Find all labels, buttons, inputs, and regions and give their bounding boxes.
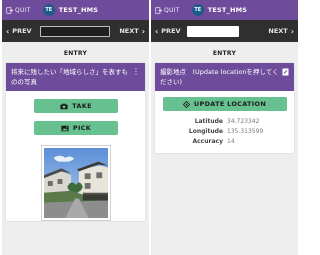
accuracy-label: Accuracy — [192, 138, 223, 145]
quit-label: QUIT — [15, 6, 31, 14]
location-target-icon — [182, 100, 190, 108]
prev-button[interactable]: ‹ PREV — [155, 27, 181, 36]
longitude-row: Longitude 135.313599 — [159, 127, 290, 137]
photo-thumbnail[interactable] — [40, 145, 111, 221]
next-button[interactable]: NEXT › — [268, 27, 294, 36]
quit-button[interactable]: QUIT — [6, 7, 31, 14]
camera-icon — [60, 103, 68, 109]
accuracy-row: Accuracy 14 — [159, 137, 290, 147]
photo-question-header: 将来に残したい「地域らしさ」を表すものの写真 ⋮ — [6, 63, 145, 91]
location-question-card: 撮影地点 (Update locationを押してください) UPDATE LO… — [155, 63, 294, 153]
avatar: TE — [191, 4, 204, 16]
latitude-value: 34.723342 — [227, 118, 260, 125]
photo-question-title: 将来に残したい「地域らしさ」を表すものの写真 — [11, 68, 128, 86]
prev-label: PREV — [12, 27, 32, 35]
pick-photo-button[interactable]: PICK — [34, 121, 118, 135]
street-photo-image — [43, 148, 108, 218]
location-values: Latitude 34.723342 Longitude 135.313599 … — [155, 111, 294, 153]
entry-selector-field[interactable] — [40, 25, 111, 37]
quit-label: QUIT — [164, 6, 180, 14]
update-location-label: UPDATE LOCATION — [193, 100, 267, 108]
chevron-left-icon: ‹ — [6, 26, 10, 36]
longitude-label: Longitude — [188, 128, 223, 135]
next-label: NEXT — [268, 27, 288, 35]
prev-label: PREV — [161, 27, 181, 35]
chevron-right-icon: › — [141, 26, 145, 36]
entry-title: ENTRY — [63, 50, 88, 57]
accuracy-value: 14 — [227, 138, 235, 145]
quit-icon — [6, 6, 13, 14]
next-button[interactable]: NEXT › — [119, 27, 145, 36]
next-label: NEXT — [119, 27, 139, 35]
latitude-label: Latitude — [194, 118, 223, 125]
chevron-left-icon: ‹ — [155, 26, 159, 36]
take-label: TAKE — [72, 102, 92, 110]
location-question-title: 撮影地点 (Update locationを押してください) — [160, 68, 279, 86]
entry-title: ENTRY — [212, 50, 237, 57]
take-photo-button[interactable]: TAKE — [34, 99, 118, 113]
quit-button[interactable]: QUIT — [155, 7, 180, 14]
location-question-header: 撮影地点 (Update locationを押してください) — [155, 63, 294, 91]
latitude-row: Latitude 34.723342 — [159, 117, 290, 127]
project-name: TEST_HMS — [207, 6, 248, 14]
image-gallery-icon — [61, 125, 69, 131]
quit-icon — [155, 6, 162, 14]
top-bar: QUIT TE TEST_HMS — [2, 0, 149, 20]
photo-question-card: 将来に残したい「地域らしさ」を表すものの写真 ⋮ TAKE PICK — [6, 63, 145, 221]
entry-selector-field[interactable] — [186, 25, 239, 37]
photo-entry-screen: QUIT TE TEST_HMS ‹ PREV NEXT › ENTRY 将来に… — [2, 0, 149, 255]
longitude-value: 135.313599 — [227, 128, 264, 135]
chevron-right-icon: › — [290, 26, 294, 36]
avatar: TE — [42, 4, 55, 16]
prev-button[interactable]: ‹ PREV — [6, 27, 32, 36]
note-edit-icon[interactable] — [282, 68, 289, 76]
nav-bar: ‹ PREV NEXT › — [151, 20, 298, 42]
pick-label: PICK — [72, 124, 92, 132]
nav-bar: ‹ PREV NEXT › — [2, 20, 149, 42]
top-bar: QUIT TE TEST_HMS — [151, 0, 298, 20]
update-location-button[interactable]: UPDATE LOCATION — [162, 97, 287, 111]
more-vert-icon[interactable]: ⋮ — [132, 68, 140, 76]
location-entry-screen: QUIT TE TEST_HMS ‹ PREV NEXT › ENTRY 撮影地… — [151, 0, 298, 255]
project-name: TEST_HMS — [58, 6, 99, 14]
